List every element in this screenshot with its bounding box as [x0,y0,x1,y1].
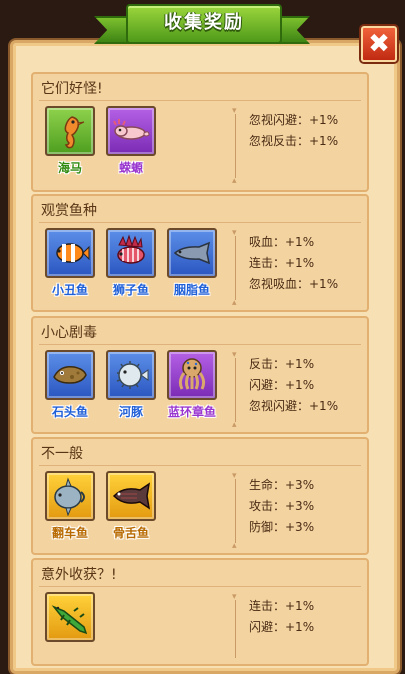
seahorse-icon [45,106,95,156]
collection-item-crocodile[interactable] [41,592,99,645]
section-header: 小心剧毒 [41,325,97,341]
sucker-fish-icon [167,228,217,278]
section-header: 它们好怪! [41,81,103,97]
axolotl-icon [106,106,156,156]
octopus-icon [167,350,217,400]
collection-item-pufferfish[interactable]: 河豚 [102,350,160,420]
bonus-stats: 反击：+1% 闪避：+1% 忽视闪避：+1% [249,354,338,417]
section-divider [39,100,361,101]
section-divider [39,465,361,466]
stat-line: 闪避：+1% [249,620,315,634]
lionfish-icon [106,228,156,278]
crocodile-icon [45,592,95,642]
stat-line: 连击：+1% [249,599,315,613]
collection-item-axolotl[interactable]: 蝾螈 [102,106,160,176]
collection-item-seahorse[interactable]: 海马 [41,106,99,176]
section-header: 意外收获？! [41,567,117,583]
stat-line: 生命：+3% [249,478,315,492]
stat-line: 攻击：+3% [249,499,315,513]
stat-line: 闪避：+1% [249,378,315,392]
item-name: 翻车鱼 [51,526,88,540]
stat-line: 反击：+1% [249,357,315,371]
panel-title: 收集奖励 [164,12,244,33]
bonus-stats: 吸血：+1% 连击：+1% 忽视吸血：+1% [249,232,338,295]
clownfish-icon [45,228,95,278]
collection-item-stonefish[interactable]: 石头鱼 [41,350,99,420]
collection-item-clownfish[interactable]: 小丑鱼 [41,228,99,298]
section-divider [39,222,361,223]
stat-line: 吸血：+1% [249,235,315,249]
bonus-stats: 忽视闪避：+1% 忽视反击：+1% [249,110,338,152]
close-icon: ✖ [368,29,390,59]
item-name: 小丑鱼 [51,283,88,297]
arowana-icon [106,471,156,521]
item-name: 河豚 [118,405,143,419]
collection-item-octopus[interactable]: 蓝环章鱼 [163,350,221,420]
item-name: 骨舌鱼 [112,526,149,540]
section-divider [39,586,361,587]
item-name: 胭脂鱼 [173,283,210,297]
section-header: 观赏鱼种 [41,203,97,219]
collection-item-sucker-fish[interactable]: 胭脂鱼 [163,228,221,298]
section-ornamental: 观赏鱼种 小丑鱼 狮子鱼 胭脂鱼 ▾ ▴ 吸血：+1% 连击：+1% 忽视吸血：… [31,194,369,312]
section-weird: 它们好怪! 海马 蝾螈 ▾ ▴ 忽视闪避：+1% 忽视反击：+1% [31,72,369,192]
bonus-stats: 生命：+3% 攻击：+3% 防御：+3% [249,475,314,538]
collection-item-sunfish[interactable]: 翻车鱼 [41,471,99,541]
stat-line: 忽视闪避：+1% [249,399,339,413]
collection-item-lionfish[interactable]: 狮子鱼 [102,228,160,298]
section-surprise: 意外收获？! ▾ 连击：+1% 闪避：+1% [31,558,369,666]
stat-line: 忽视吸血：+1% [249,277,339,291]
stat-line: 忽视反击：+1% [249,134,339,148]
item-name: 蝾螈 [118,161,143,175]
collection-item-arowana[interactable]: 骨舌鱼 [102,471,160,541]
section-divider [39,344,361,345]
stonefish-icon [45,350,95,400]
sunfish-icon [45,471,95,521]
pufferfish-icon [106,350,156,400]
section-venomous: 小心剧毒 石头鱼 河豚 蓝环章鱼 ▾ ▴ 反击：+1% 闪避：+1% 忽视闪避：… [31,316,369,434]
stat-line: 防御：+3% [249,520,315,534]
section-header: 不一般 [41,446,83,462]
close-button[interactable]: ✖ [361,26,397,62]
item-name: 蓝环章鱼 [167,405,216,419]
item-name: 石头鱼 [51,405,88,419]
title-ribbon: 收集奖励 [90,0,314,46]
item-name: 狮子鱼 [112,283,149,297]
stat-line: 忽视闪避：+1% [249,113,339,127]
stat-line: 连击：+1% [249,256,315,270]
bonus-stats: 连击：+1% 闪避：+1% [249,596,314,638]
item-name: 海马 [57,161,82,175]
section-unusual: 不一般 翻车鱼 骨舌鱼 ▾ ▴ 生命：+3% 攻击：+3% 防御：+3% [31,437,369,555]
